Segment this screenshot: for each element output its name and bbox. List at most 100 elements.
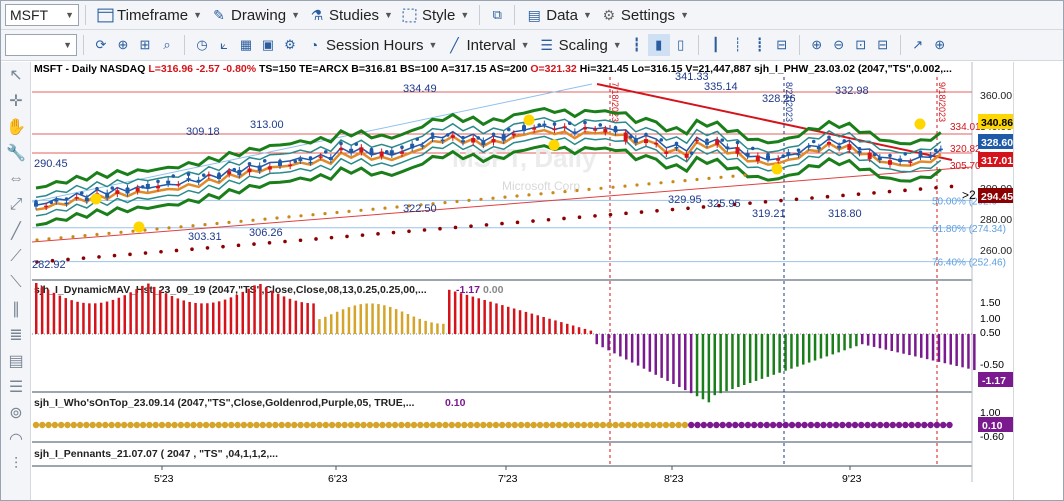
trend-dot [97, 255, 101, 259]
trend-dot [650, 421, 657, 429]
trend-dot [345, 234, 349, 239]
resize-icon[interactable]: ⇔ [1, 166, 31, 192]
timeframe-button[interactable]: Timeframe ▼ [92, 6, 206, 24]
histogram-bar [164, 293, 168, 334]
cursor-icon[interactable]: ⊕ [112, 34, 134, 56]
histogram-bar [837, 334, 840, 353]
histogram-bar [170, 296, 174, 334]
stats-icon[interactable]: ⫶ [1, 452, 31, 478]
ray-icon[interactable]: ⟋ [1, 244, 31, 270]
trend-dot [671, 180, 675, 184]
trend-icon[interactable]: ↗ [907, 34, 929, 56]
channel-icon[interactable]: ∥ [1, 296, 31, 322]
drawing-button[interactable]: ✎ Drawing ▼ [206, 6, 304, 24]
trend-dot [360, 233, 365, 237]
arrow-icon[interactable]: ↖ [1, 62, 31, 88]
candle-hollow-icon[interactable]: ▯ [670, 34, 692, 56]
candle-body [898, 158, 903, 163]
bar-chart-icon[interactable]: ┇ [626, 34, 648, 56]
histogram-bar [188, 301, 191, 334]
gann-icon[interactable]: ▤ [1, 348, 31, 374]
interval-button[interactable]: ╱ Interval ▼ [441, 36, 533, 54]
crosshair-icon[interactable]: ✛ [1, 88, 31, 114]
histogram-bar [471, 296, 475, 334]
hand-icon[interactable]: ✋ [1, 114, 31, 140]
candle-body [379, 151, 384, 157]
trend-dot [675, 421, 682, 429]
move-icon[interactable]: ⤢ [1, 192, 31, 218]
format-icon[interactable]: ⚙ [279, 34, 301, 56]
pane3-header: sjh_I_Who'sOnTop_23.09.14 (2047,"TS",Clo… [34, 397, 415, 409]
trend-dot [524, 421, 531, 429]
wrench-icon[interactable]: 🔧 [1, 140, 31, 166]
chart-icon[interactable]: ⊞ [134, 34, 156, 56]
measure-icon[interactable]: ⟀ [213, 34, 235, 56]
histogram-bar [914, 334, 917, 357]
chart-area[interactable]: MSFT, DailyMicrosoft Corp7/18/2023 8/21/2… [32, 62, 1016, 500]
trend-dot [921, 421, 928, 429]
histogram-bar [731, 334, 734, 390]
spacing-icon[interactable]: ┋ [749, 34, 771, 56]
pane2-tick: 1.00 [980, 313, 1001, 325]
arc-icon[interactable]: ◠ [1, 426, 31, 452]
zoom-icon[interactable]: ⌕ [156, 34, 178, 56]
histogram-bar [737, 334, 740, 388]
candle-body [847, 144, 852, 150]
snap-icon[interactable]: ⊕ [929, 34, 951, 56]
line-tool-icon[interactable]: ⟍ [1, 270, 31, 296]
trend-dot [858, 421, 865, 429]
trend-dot [347, 209, 351, 213]
histogram-bar [542, 317, 545, 334]
account-selector[interactable]: ▼ [5, 34, 77, 56]
tiles-icon[interactable]: ⊟ [771, 34, 793, 56]
pivot-dot [771, 163, 783, 175]
image-icon[interactable]: ▦ [235, 34, 257, 56]
candle-body [166, 180, 171, 184]
histogram-bar [748, 334, 752, 383]
settings-button[interactable]: ⚙ Settings ▼ [596, 6, 693, 24]
candle-icon[interactable]: ▮ [647, 34, 670, 56]
text-tool-icon[interactable]: ☰ [1, 374, 31, 400]
style-button[interactable]: Style ▼ [397, 6, 473, 24]
trend-dot [184, 421, 191, 429]
price-scale[interactable] [1013, 62, 1063, 500]
refresh-icon[interactable]: ⟳ [90, 34, 112, 56]
session-hours-button[interactable]: ◔ Session Hours ▼ [301, 36, 441, 54]
trend-dot [371, 207, 375, 211]
cycle-icon[interactable]: ⊚ [1, 400, 31, 426]
candle-body [654, 142, 659, 145]
expand-icon[interactable]: ┊ [727, 34, 749, 56]
zoom-out-icon[interactable]: ⊖ [828, 34, 850, 56]
zoom-in-icon[interactable]: ⊕ [806, 34, 828, 56]
histogram-bar [412, 316, 416, 334]
data-button[interactable]: ▤ Data ▼ [521, 6, 596, 24]
candle-body [318, 156, 323, 158]
trend-dot [902, 421, 909, 429]
trend-dot [128, 252, 132, 257]
histogram-bar [347, 307, 351, 334]
price-badge-text: 294.45 [981, 191, 1013, 203]
histogram-bar [507, 306, 510, 334]
compress-icon[interactable]: ┃ [705, 34, 727, 56]
trend-dot [83, 421, 90, 429]
histogram-bar [442, 323, 445, 334]
window-icon[interactable]: ⊡ [850, 34, 872, 56]
histogram-bar [772, 334, 775, 375]
clock-icon[interactable]: ◷ [191, 34, 213, 56]
histogram-bar [70, 300, 73, 334]
pane4-header: sjh_I_Pennants_21.07.07 ( 2047 , "TS" ,0… [34, 448, 278, 460]
symbol-selector[interactable]: MSFT ▼ [5, 4, 79, 26]
fib-icon[interactable]: ≣ [1, 322, 31, 348]
histogram-bar [217, 301, 221, 334]
link-icon[interactable]: ⧉ [486, 4, 508, 26]
candle-body [796, 153, 801, 156]
grid-icon[interactable]: ▣ [257, 34, 279, 56]
scaling-button[interactable]: ☰ Scaling ▼ [534, 36, 626, 54]
trendline-icon[interactable]: ╱ [1, 218, 31, 244]
studies-button[interactable]: ⚗ Studies ▼ [304, 6, 397, 24]
trend-dot [839, 421, 846, 429]
trend-dot [738, 421, 745, 429]
price-badge-text: 317.01 [981, 155, 1013, 167]
candle-body [684, 153, 689, 158]
layout-icon[interactable]: ⊟ [872, 34, 894, 56]
